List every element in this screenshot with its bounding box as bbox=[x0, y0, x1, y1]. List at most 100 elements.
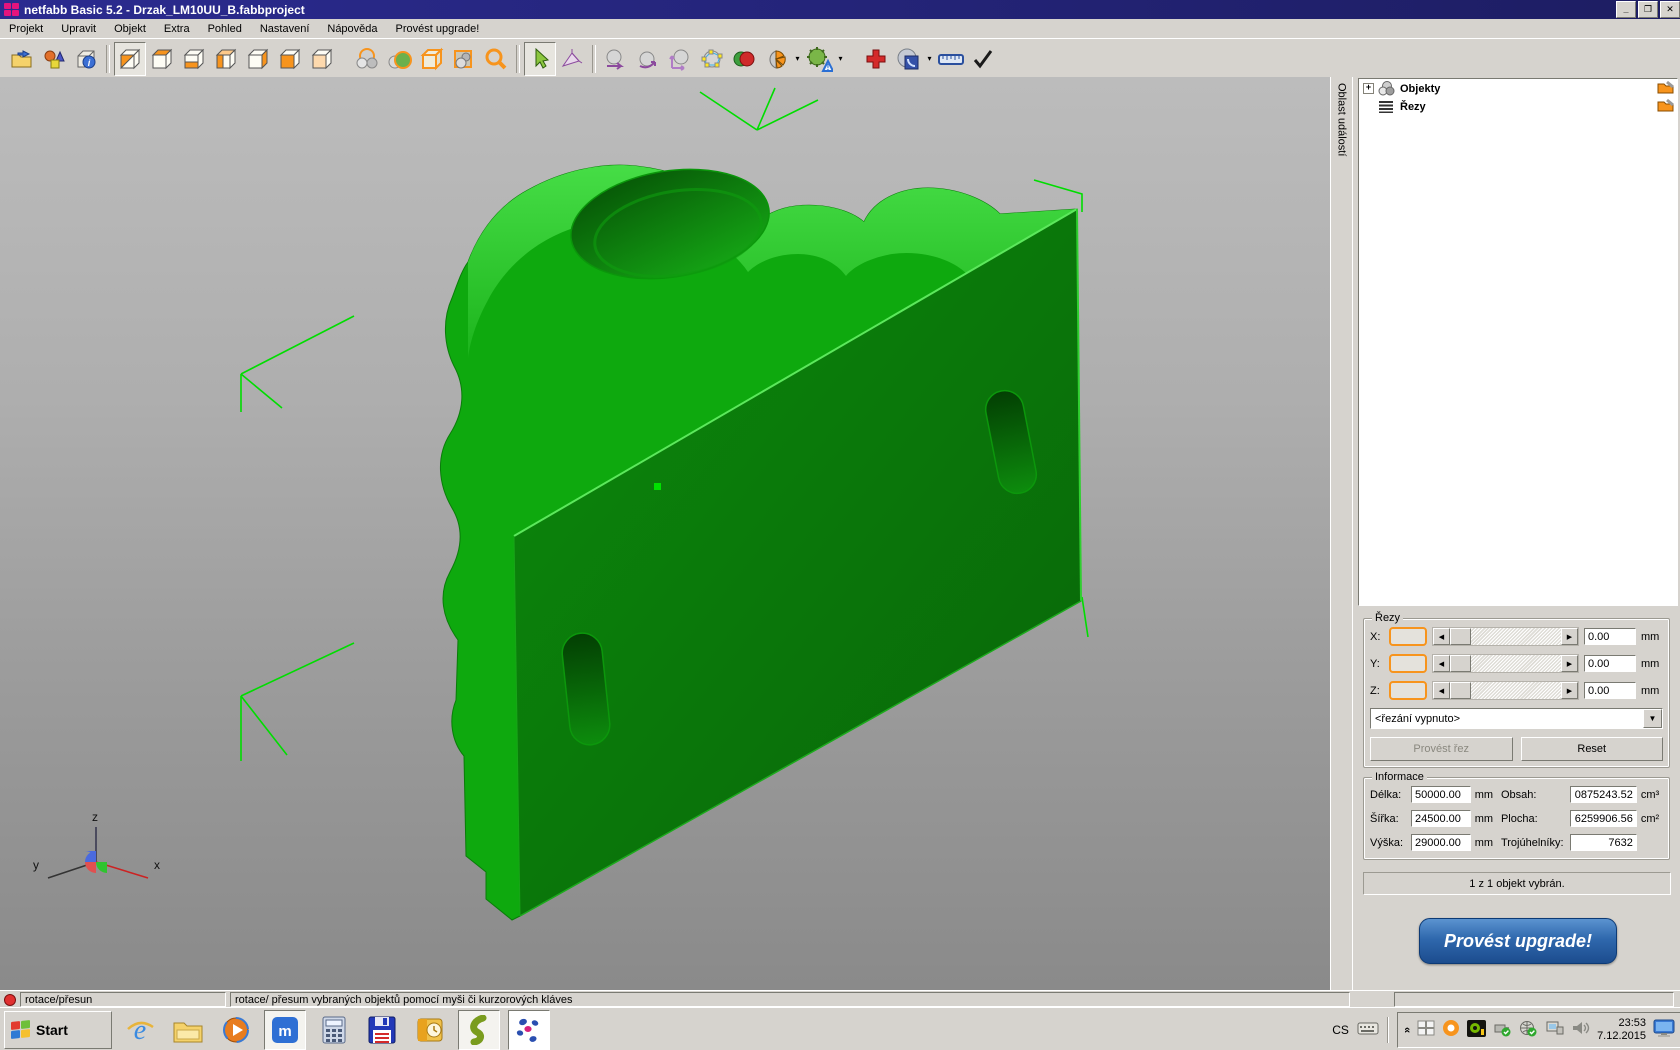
spheres-green-icon[interactable] bbox=[384, 42, 416, 76]
measure-tool-icon[interactable] bbox=[556, 42, 588, 76]
cut-z-slider[interactable]: ◀▶ bbox=[1432, 681, 1579, 700]
cut-y-toggle-button[interactable] bbox=[1389, 654, 1427, 673]
chevron-up-icon[interactable]: « bbox=[1401, 1026, 1413, 1032]
plug-network-icon[interactable] bbox=[1545, 1020, 1564, 1039]
slider-thumb[interactable] bbox=[1450, 628, 1471, 645]
view-left-icon[interactable] bbox=[210, 42, 242, 76]
view-top-icon[interactable] bbox=[146, 42, 178, 76]
cut-y-value-field[interactable]: 0.00 bbox=[1584, 655, 1636, 672]
cut-x-slider[interactable]: ◀▶ bbox=[1432, 627, 1579, 646]
edit-mesh-icon[interactable] bbox=[696, 42, 728, 76]
ruler-icon[interactable] bbox=[935, 42, 967, 76]
menu-nastaveni[interactable]: Nastavení bbox=[251, 21, 319, 37]
trojuhelniky-value-field[interactable]: 7632 bbox=[1570, 834, 1637, 851]
box-parts-icon[interactable] bbox=[448, 42, 480, 76]
part-info-icon[interactable]: i bbox=[70, 42, 102, 76]
cut-dropdown-arrow[interactable]: ▾ bbox=[792, 43, 803, 75]
calculator-icon[interactable] bbox=[314, 1011, 354, 1049]
slider-thumb[interactable] bbox=[1450, 682, 1471, 699]
show-desktop-icon[interactable] bbox=[1653, 1019, 1675, 1040]
scale-icon[interactable] bbox=[664, 42, 696, 76]
cut-x-value-field[interactable]: 0.00 bbox=[1584, 628, 1636, 645]
menu-pohled[interactable]: Pohled bbox=[199, 21, 251, 37]
menu-objekt[interactable]: Objekt bbox=[105, 21, 155, 37]
menu-upravit[interactable]: Upravit bbox=[52, 21, 105, 37]
surface-tool-icon[interactable] bbox=[892, 42, 924, 76]
chevron-down-icon[interactable]: ▼ bbox=[1643, 709, 1662, 728]
sirka-value-field[interactable]: 24500.00 bbox=[1411, 810, 1471, 827]
confirm-icon[interactable] bbox=[967, 42, 999, 76]
slider-left-arrow[interactable]: ◀ bbox=[1433, 655, 1450, 672]
cut-y-slider[interactable]: ◀▶ bbox=[1432, 654, 1579, 673]
menu-napoveda[interactable]: Nápověda bbox=[318, 21, 386, 37]
event-area-tab[interactable]: Oblast událostí bbox=[1330, 77, 1353, 990]
folder-wrench-icon[interactable] bbox=[1657, 98, 1675, 115]
view-back-icon[interactable] bbox=[306, 42, 338, 76]
tree-item-objekty[interactable]: + Objekty bbox=[1359, 79, 1677, 97]
view-right-icon[interactable] bbox=[242, 42, 274, 76]
internet-explorer-icon[interactable]: e bbox=[120, 1011, 160, 1049]
folder-icon[interactable] bbox=[168, 1011, 208, 1049]
cut-z-value-field[interactable]: 0.00 bbox=[1584, 682, 1636, 699]
network-check-icon[interactable] bbox=[1519, 1020, 1538, 1040]
slider-thumb[interactable] bbox=[1450, 655, 1471, 672]
repair-dropdown-arrow[interactable]: ▾ bbox=[835, 43, 846, 75]
slider-left-arrow[interactable]: ◀ bbox=[1433, 682, 1450, 699]
outlook-icon[interactable] bbox=[410, 1011, 450, 1049]
slider-right-arrow[interactable]: ▶ bbox=[1561, 682, 1578, 699]
title-bar[interactable]: netfabb Basic 5.2 - Drzak_LM10UU_B.fabbp… bbox=[0, 0, 1680, 19]
language-indicator[interactable]: CS bbox=[1332, 1023, 1349, 1037]
open-project-icon[interactable] bbox=[6, 42, 38, 76]
orange-ring-icon[interactable] bbox=[1442, 1019, 1460, 1040]
obsah-value-field[interactable]: 0875243.52 bbox=[1570, 786, 1637, 803]
expand-icon[interactable]: + bbox=[1363, 83, 1374, 94]
start-button[interactable]: Start bbox=[4, 1011, 112, 1049]
cut-mode-dropdown[interactable]: <řezání vypnuto> ▼ bbox=[1370, 708, 1663, 729]
plocha-value-field[interactable]: 6259906.56 bbox=[1570, 810, 1637, 827]
green-s-app-icon[interactable] bbox=[458, 1010, 500, 1050]
reset-button[interactable]: Reset bbox=[1521, 737, 1664, 761]
view-iso-icon[interactable] bbox=[114, 42, 146, 76]
nvidia-icon[interactable] bbox=[1467, 1020, 1486, 1040]
netfabb-app-icon[interactable] bbox=[508, 1010, 550, 1050]
add-parts-icon[interactable] bbox=[38, 42, 70, 76]
folder-wrench-icon[interactable] bbox=[1657, 80, 1675, 97]
spheres-orange-icon[interactable] bbox=[352, 42, 384, 76]
cut-z-toggle-button[interactable] bbox=[1389, 681, 1427, 700]
upgrade-button[interactable]: Provést upgrade! bbox=[1419, 918, 1617, 964]
slider-right-arrow[interactable]: ▶ bbox=[1561, 655, 1578, 672]
menu-provest-upgrade[interactable]: Provést upgrade! bbox=[387, 21, 489, 37]
windows-flag-icon[interactable] bbox=[1417, 1020, 1435, 1039]
select-cursor-icon[interactable] bbox=[524, 42, 556, 76]
cut-x-toggle-button[interactable] bbox=[1389, 627, 1427, 646]
tree-item-rezy[interactable]: Řezy bbox=[1359, 97, 1677, 115]
speaker-icon[interactable] bbox=[1571, 1020, 1590, 1039]
surface-dropdown-arrow[interactable]: ▾ bbox=[924, 43, 935, 75]
rotate-icon[interactable] bbox=[632, 42, 664, 76]
media-player-icon[interactable] bbox=[216, 1011, 256, 1049]
cut-icon[interactable] bbox=[760, 42, 792, 76]
menu-projekt[interactable]: Projekt bbox=[0, 21, 52, 37]
close-button[interactable]: ✕ bbox=[1660, 1, 1680, 18]
maximize-button[interactable]: ❐ bbox=[1638, 1, 1658, 18]
zoom-icon[interactable] bbox=[480, 42, 512, 76]
minimize-button[interactable]: _ bbox=[1616, 1, 1636, 18]
floppy-save-icon[interactable] bbox=[362, 1011, 402, 1049]
boolean-icon[interactable] bbox=[728, 42, 760, 76]
keyboard-icon[interactable] bbox=[1357, 1021, 1379, 1038]
part-medic-icon[interactable] bbox=[860, 42, 892, 76]
maxthon-icon[interactable]: m bbox=[264, 1010, 306, 1050]
tray-clock[interactable]: 23:53 7.12.2015 bbox=[1597, 1017, 1646, 1043]
usb-check-icon[interactable] bbox=[1493, 1020, 1512, 1040]
delka-value-field[interactable]: 50000.00 bbox=[1411, 786, 1471, 803]
viewport-3d[interactable]: z y x bbox=[0, 77, 1330, 990]
slider-right-arrow[interactable]: ▶ bbox=[1561, 628, 1578, 645]
slider-left-arrow[interactable]: ◀ bbox=[1433, 628, 1450, 645]
view-front-icon[interactable] bbox=[274, 42, 306, 76]
view-bottom-icon[interactable] bbox=[178, 42, 210, 76]
vyska-value-field[interactable]: 29000.00 bbox=[1411, 834, 1471, 851]
box-outline-icon[interactable] bbox=[416, 42, 448, 76]
move-icon[interactable] bbox=[600, 42, 632, 76]
repair-icon[interactable]: ! bbox=[803, 42, 835, 76]
menu-extra[interactable]: Extra bbox=[155, 21, 199, 37]
